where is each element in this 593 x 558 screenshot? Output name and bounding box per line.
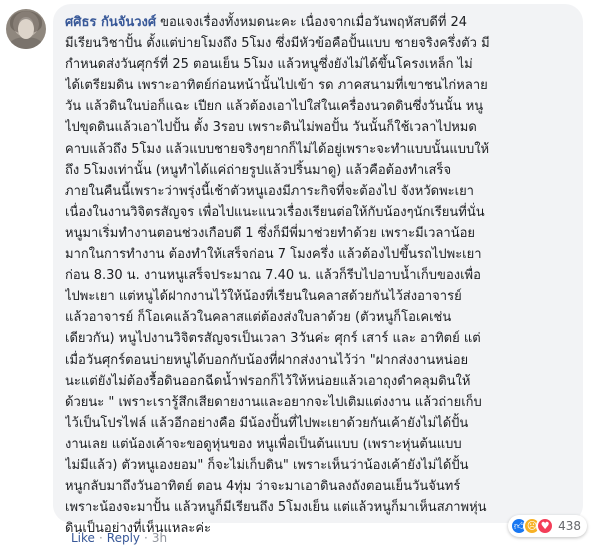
comment-text-line: ก่อน 8.30 น. งานหนูเสร็จประมาณ 7.40 น. แ… bbox=[65, 268, 481, 284]
love-reaction-icon: ♥︎ bbox=[536, 517, 555, 535]
comment-text-line: มีเรียนวิชาปั้น ตั้งแต่บ่ายโมงถึง 5โมง ซ… bbox=[65, 36, 490, 52]
comment-text-line: แล้วอาจารย์ ก็โอเคแล้วในคลาสแต่ต้องส่งใบ… bbox=[65, 310, 452, 326]
action-separator: · bbox=[144, 531, 148, 545]
comment-text-line: วัน แล้วดินในบ่อก็แฉะ เปียก แล้วต้องเอาไ… bbox=[65, 99, 484, 115]
commenter-avatar[interactable] bbox=[6, 9, 46, 49]
like-link[interactable]: Like bbox=[71, 531, 95, 545]
comment-actions: Like · Reply · 3h bbox=[71, 531, 167, 545]
comment-text-line: เดียวกัน) หนูไปงานวิจิตรสัญจรเป็นเวลา 3ว… bbox=[65, 331, 481, 347]
reactions-summary[interactable]: 👍︎ ☹︎ ♥︎ 438 bbox=[508, 515, 587, 537]
comment-text-line: กำหนดส่งวันศุกร์ที่ 25 ตอนเย็น 5โมง แล้ว… bbox=[65, 57, 473, 73]
comment-text-line: เนื่องในงานวิจิตรสัญจร เพื่อไปแนะแนวเรื่… bbox=[65, 204, 485, 220]
comment-text-line: ถึง 5โมงเท่านั้น (หนูทำได้แค่ถ่ายรูปแล้ว… bbox=[65, 162, 452, 178]
comment-text-line: หนูมาเริ่มทำงานตอนช่วงเกือบดึ 1 ซึ่งก็มี… bbox=[65, 225, 476, 241]
reaction-count: 438 bbox=[558, 519, 581, 533]
comment-first-line: ศศิธร กันจันวงศ์ ขอแจงเรื่องทั้งหมดนะคะ เ… bbox=[65, 12, 573, 33]
comment-text-line: ไว้เป็นโปรไฟล์ แล้วอีกอย่างคือ มีน้องปั้… bbox=[65, 415, 469, 431]
comment-text-line: ไปพะเยา แต่หนูได้ฝากงานไว้ให้น้องที่เรีย… bbox=[65, 289, 462, 305]
reply-link[interactable]: Reply bbox=[107, 531, 140, 545]
comment-text-line: มากในการทำงาน ต้องทำให้เสร็จก่อน 7 โมงคร… bbox=[65, 247, 482, 263]
comment-bubble: ศศิธร กันจันวงศ์ ขอแจงเรื่องทั้งหมดนะคะ เ… bbox=[53, 4, 583, 536]
comment-text-line: งานเลย แต่น้องเค้าจะขอดูหุ่นของ หนูเพื่อ… bbox=[65, 436, 462, 452]
comment-timestamp[interactable]: 3h bbox=[152, 531, 167, 545]
comment-text-line: ขอแจงเรื่องทั้งหมดนะคะ เนื่องจากเมื่อวัน… bbox=[160, 15, 468, 30]
comment-text-line: ไม่มีแล้ว) ตัวหนูเองยอม" ก็จะไม่เก็บดิน"… bbox=[65, 457, 469, 473]
comment-text-line: ภายในคืนนี้เพราะว่าพรุ่งนี้เช้าตัวหนูเอง… bbox=[65, 183, 474, 199]
comment-text-line: ได้เตรียมดิน เพราะอาทิตย์ก่อนหน้านั้นไปเ… bbox=[65, 78, 488, 94]
comment-text-line: ไปขุดดินแล้วเอาไปปั้น ตั้ง 3รอบ เพราะดิน… bbox=[65, 120, 477, 136]
avatar-face bbox=[18, 19, 34, 39]
comment-text-line: คาบแล้วถึง 5โมง แล้วแบบชายจริงๆยากก็ไม่ไ… bbox=[65, 141, 490, 157]
comment-author[interactable]: ศศิธร กันจันวงศ์ bbox=[65, 15, 156, 30]
comment-text-line: เมื่อวันศุกร์ตอนบ่ายหนูได้บอกกับน้องที่ฝ… bbox=[65, 352, 469, 368]
comment-text-line: ด้วยนะ " เพราะเรารู้สึกเสียดายงานและอยาก… bbox=[65, 394, 482, 410]
action-separator: · bbox=[98, 531, 103, 545]
comment-text-line: หนูกลับมาถึงวันอาทิตย์ ตอน 4ทุ่ม ว่าจะมา… bbox=[65, 479, 461, 495]
comment-text-line: เพราะน้องจะมาปั้น แล้วหนูก็มีเรียนถึง 5โ… bbox=[65, 500, 487, 516]
comment-text-line: นะแต่ยังไม่ต้องรื้อดินออกฉีดน้ำฟรอกก็ไว้… bbox=[65, 373, 471, 389]
